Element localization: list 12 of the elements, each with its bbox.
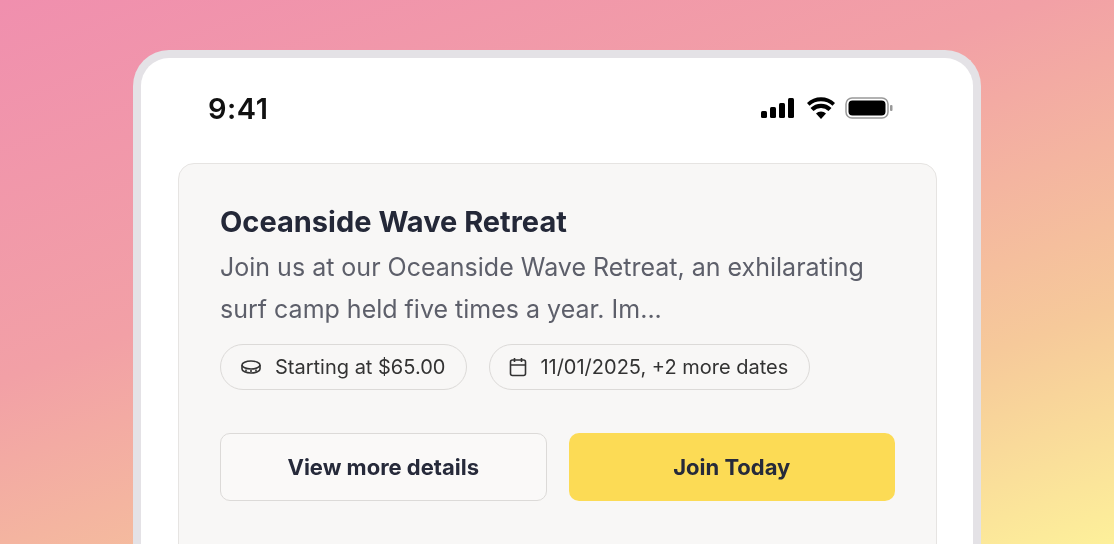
signal-icon	[761, 98, 797, 118]
chip-label: 11/01/2025, +2 more dates	[540, 355, 789, 379]
event-title: Oceanside Wave Retreat	[220, 204, 568, 240]
coin-icon	[240, 359, 262, 375]
status-time: 9:41	[208, 90, 269, 126]
join-button[interactable]: Join Today	[568, 433, 895, 501]
details-button[interactable]: View more details	[220, 433, 547, 501]
chip-label: Starting at $65.00	[275, 355, 446, 379]
battery-icon	[845, 97, 893, 119]
calendar-icon	[509, 357, 528, 377]
event-description: Join us at our Oceanside Wave Retreat, an exhilarating surf camp held five times a year. Im...	[220, 251, 865, 326]
wifi-icon	[807, 97, 835, 119]
